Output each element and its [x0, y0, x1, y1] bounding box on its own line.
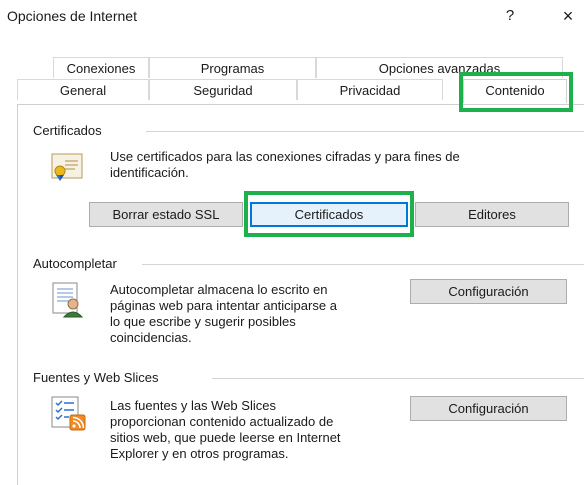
feeds-settings-button[interactable]: Configuración [410, 396, 567, 421]
tab-conexiones[interactable]: Conexiones [53, 57, 149, 78]
certificates-description-line2: identificación. [110, 165, 189, 180]
feeds-description-line3: sitios web, que puede leerse en Internet [110, 430, 341, 445]
feeds-description-line1: Las fuentes y las Web Slices [110, 398, 276, 413]
certificates-description-line1: Use certificados para las conexiones cif… [110, 149, 460, 164]
feeds-divider [212, 378, 584, 379]
autocomplete-icon [51, 282, 85, 318]
feeds-description: Las fuentes y las Web Slices proporciona… [110, 398, 410, 462]
tab-contenido[interactable]: Contenido [463, 79, 567, 103]
certificate-icon [51, 152, 83, 182]
autocomplete-description-line4: coincidencias. [110, 330, 192, 345]
publishers-button[interactable]: Editores [415, 202, 569, 227]
autocomplete-description: Autocompletar almacena lo escrito en pág… [110, 282, 410, 346]
clear-ssl-button[interactable]: Borrar estado SSL [89, 202, 243, 227]
certificates-divider [146, 131, 584, 132]
help-button[interactable]: ? [500, 4, 520, 28]
autocomplete-divider [142, 264, 584, 265]
autocomplete-settings-button[interactable]: Configuración [410, 279, 567, 304]
tab-privacidad[interactable]: Privacidad [297, 79, 443, 100]
feeds-icon [51, 396, 87, 432]
tab-general[interactable]: General [17, 79, 149, 100]
feeds-description-line2: proporcionan contenido actualizado de [110, 414, 334, 429]
title-bar: Opciones de Internet ? × [0, 0, 584, 38]
autocomplete-description-line2: páginas web para intentar anticiparse a [110, 298, 337, 313]
feeds-description-line4: Explorer y en otros programas. [110, 446, 289, 461]
autocomplete-group-label: Autocompletar [33, 256, 123, 271]
certificates-button[interactable]: Certificados [250, 202, 408, 227]
certificates-description: Use certificados para las conexiones cif… [110, 149, 570, 181]
tab-opciones-avanzadas[interactable]: Opciones avanzadas [316, 57, 563, 78]
tab-seguridad[interactable]: Seguridad [149, 79, 297, 100]
tab-programas[interactable]: Programas [149, 57, 316, 78]
certificates-group-label: Certificados [33, 123, 108, 138]
feeds-group-label: Fuentes y Web Slices [33, 370, 165, 385]
autocomplete-description-line1: Autocompletar almacena lo escrito en [110, 282, 328, 297]
window-title: Opciones de Internet [7, 8, 137, 24]
autocomplete-description-line3: lo que escribe y sugerir posibles [110, 314, 296, 329]
close-button[interactable]: × [556, 4, 580, 28]
content-panel: Certificados Use certificados para las c… [17, 104, 584, 485]
